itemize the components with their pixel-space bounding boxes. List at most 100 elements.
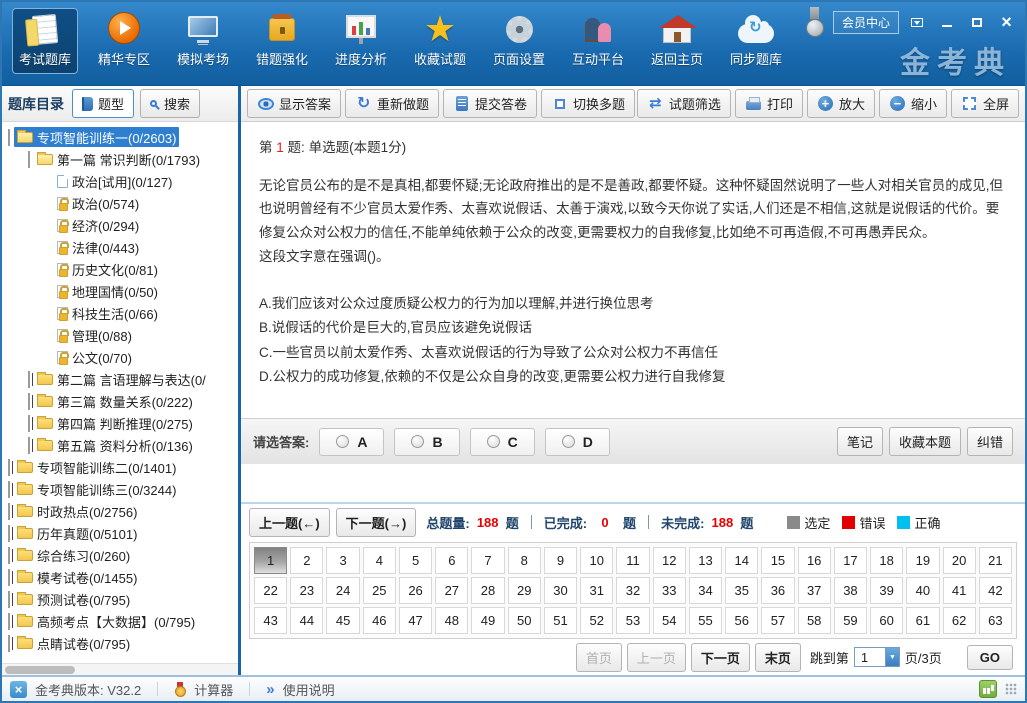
question-number-cell[interactable]: 30 [544, 577, 577, 604]
question-number-cell[interactable]: 47 [399, 607, 432, 634]
answer-choice[interactable]: B [394, 428, 459, 456]
question-number-cell[interactable]: 48 [435, 607, 468, 634]
question-number-cell[interactable]: 29 [508, 577, 541, 604]
tree-item[interactable]: 管理(0/88) [2, 324, 238, 346]
question-number-cell[interactable]: 57 [761, 607, 794, 634]
question-number-cell[interactable]: 16 [798, 547, 831, 574]
question-number-cell[interactable]: 26 [399, 577, 432, 604]
question-number-cell[interactable]: 53 [616, 607, 649, 634]
toolbar-button[interactable]: 缩小 [879, 89, 947, 118]
question-number-cell[interactable]: 17 [834, 547, 867, 574]
tree-item[interactable]: 时政热点(0/2756) [2, 500, 238, 522]
tree-item[interactable]: 历史文化(0/81) [2, 258, 238, 280]
question-number-cell[interactable]: 58 [798, 607, 831, 634]
tree-item[interactable]: 政治[试用](0/127) [2, 170, 238, 192]
tab-search[interactable]: 搜索 [140, 89, 200, 118]
tree-item[interactable]: 第一篇 常识判断(0/1793) [2, 148, 238, 170]
question-number-cell[interactable]: 59 [834, 607, 867, 634]
question-number-cell[interactable]: 18 [870, 547, 903, 574]
question-number-cell[interactable]: 28 [471, 577, 504, 604]
next-page-button[interactable]: 下一页 [691, 643, 750, 672]
question-number-cell[interactable]: 46 [363, 607, 396, 634]
tree-scrollbar-thumb[interactable] [5, 666, 75, 674]
favorite-button[interactable]: 收藏本题 [889, 427, 961, 456]
question-number-cell[interactable]: 37 [798, 577, 831, 604]
question-number-cell[interactable]: 39 [870, 577, 903, 604]
close-button[interactable] [994, 14, 1019, 31]
toolbar-button[interactable]: 切换多题 [541, 89, 635, 118]
answer-choice[interactable]: A [319, 428, 384, 456]
question-option[interactable]: A.我们应该对公众过度质疑公权力的行为加以理解,并进行换位思考 [259, 292, 1007, 316]
first-page-button[interactable]: 首页 [576, 643, 622, 672]
question-number-cell[interactable]: 1 [254, 547, 287, 574]
question-number-cell[interactable]: 43 [254, 607, 287, 634]
toolbar-button[interactable]: 重新做题 [345, 89, 439, 118]
question-number-cell[interactable]: 15 [761, 547, 794, 574]
answer-choice[interactable]: C [470, 428, 535, 456]
question-number-cell[interactable]: 38 [834, 577, 867, 604]
question-number-cell[interactable]: 36 [761, 577, 794, 604]
page-select[interactable]: 1 [854, 647, 900, 667]
question-number-cell[interactable]: 42 [979, 577, 1012, 604]
question-number-cell[interactable]: 20 [943, 547, 976, 574]
top-nav-item[interactable]: 页面设置 [486, 8, 552, 74]
question-number-cell[interactable]: 5 [399, 547, 432, 574]
top-nav-item[interactable]: 收藏试题 [407, 8, 473, 74]
prev-question-button[interactable]: 上一题(←) [249, 508, 330, 537]
toolbar-button[interactable]: 显示答案 [247, 89, 341, 118]
question-option[interactable]: B.说假话的代价是巨大的,官员应该避免说假话 [259, 316, 1007, 340]
question-number-cell[interactable]: 31 [580, 577, 613, 604]
question-number-cell[interactable]: 44 [290, 607, 323, 634]
tree-item[interactable]: 专项智能训练一(0/2603) [2, 126, 238, 148]
question-number-cell[interactable]: 25 [363, 577, 396, 604]
tree-item[interactable]: 点睛试卷(0/795) [2, 632, 238, 654]
question-number-cell[interactable]: 12 [653, 547, 686, 574]
prev-page-button[interactable]: 上一页 [627, 643, 686, 672]
question-number-cell[interactable]: 9 [544, 547, 577, 574]
question-number-cell[interactable]: 22 [254, 577, 287, 604]
question-number-cell[interactable]: 2 [290, 547, 323, 574]
question-number-cell[interactable]: 61 [906, 607, 939, 634]
question-number-cell[interactable]: 60 [870, 607, 903, 634]
tree-item[interactable]: 法律(0/443) [2, 236, 238, 258]
question-number-cell[interactable]: 7 [471, 547, 504, 574]
tree-item[interactable]: 科技生活(0/66) [2, 302, 238, 324]
question-number-cell[interactable]: 45 [326, 607, 359, 634]
top-nav-item[interactable]: 错题强化 [249, 8, 315, 74]
answer-choice[interactable]: D [545, 428, 610, 456]
question-number-cell[interactable]: 50 [508, 607, 541, 634]
question-number-cell[interactable]: 10 [580, 547, 613, 574]
question-number-cell[interactable]: 63 [979, 607, 1012, 634]
calculator-link[interactable]: 计算器 [194, 680, 233, 699]
resize-grip[interactable] [1005, 683, 1017, 695]
question-number-cell[interactable]: 24 [326, 577, 359, 604]
go-button[interactable]: GO [967, 645, 1013, 670]
question-number-cell[interactable]: 27 [435, 577, 468, 604]
tree-item[interactable]: 第五篇 资料分析(0/136) [2, 434, 238, 456]
tree-item[interactable]: 高频考点【大数据】(0/795) [2, 610, 238, 632]
question-number-cell[interactable]: 40 [906, 577, 939, 604]
maximize-button[interactable] [964, 14, 989, 31]
last-page-button[interactable]: 末页 [755, 643, 801, 672]
question-number-cell[interactable]: 35 [725, 577, 758, 604]
question-number-cell[interactable]: 13 [689, 547, 722, 574]
tree-item[interactable]: 经济(0/294) [2, 214, 238, 236]
toolbar-button[interactable]: 放大 [807, 89, 875, 118]
question-number-cell[interactable]: 6 [435, 547, 468, 574]
tree-scrollbar[interactable] [2, 663, 238, 675]
question-number-cell[interactable]: 19 [906, 547, 939, 574]
toolbar-button[interactable]: 试题筛选 [637, 89, 731, 118]
tree-item[interactable]: 第四篇 判断推理(0/275) [2, 412, 238, 434]
tree-item[interactable]: 政治(0/574) [2, 192, 238, 214]
question-number-cell[interactable]: 21 [979, 547, 1012, 574]
next-question-button[interactable]: 下一题(→) [336, 508, 417, 537]
question-number-cell[interactable]: 62 [943, 607, 976, 634]
tree-item[interactable]: 综合练习(0/260) [2, 544, 238, 566]
tree-item[interactable]: 专项智能训练三(0/3244) [2, 478, 238, 500]
tree-item[interactable]: 地理国情(0/50) [2, 280, 238, 302]
top-nav-item[interactable]: 进度分析 [328, 8, 394, 74]
report-error-button[interactable]: 纠错 [967, 427, 1013, 456]
top-nav-item[interactable]: 同步题库 [723, 8, 789, 74]
question-number-cell[interactable]: 55 [689, 607, 722, 634]
question-option[interactable]: C.一些官员以前太爱作秀、太喜欢说假话的行为导致了公众对公权力不再信任 [259, 341, 1007, 365]
